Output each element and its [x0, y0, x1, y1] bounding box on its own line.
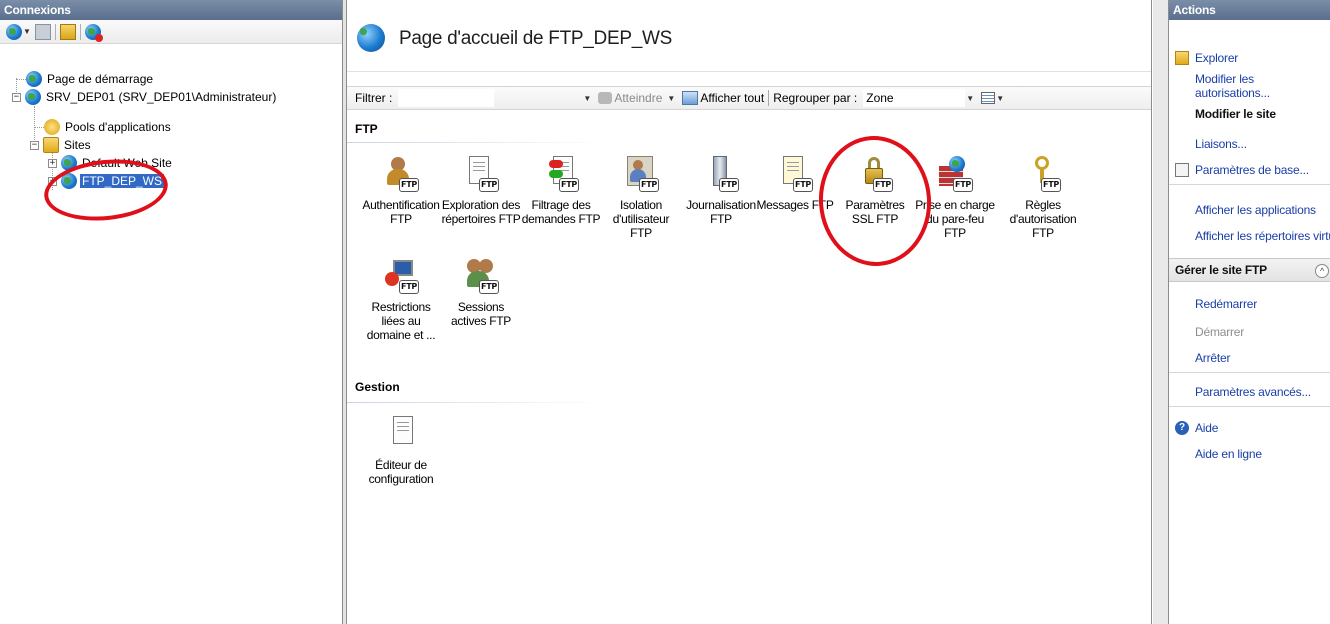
connections-title: Connexions: [0, 0, 342, 20]
tree-item-label: FTP_DEP_WS: [80, 174, 165, 188]
page-title: Page d'accueil de FTP_DEP_WS: [399, 28, 672, 49]
action-view-applications[interactable]: Afficher les applications: [1169, 200, 1330, 220]
help-icon: ?: [1175, 421, 1189, 435]
view-mode-dropdown-icon[interactable]: ▼: [995, 94, 1005, 103]
splitter[interactable]: [1153, 0, 1168, 624]
collapse-section-icon[interactable]: ^: [1315, 264, 1329, 278]
site-globe-icon: [357, 24, 385, 52]
action-explore[interactable]: Explorer: [1169, 48, 1330, 68]
refresh-folder-icon[interactable]: [59, 23, 76, 40]
server-icon: [25, 89, 41, 105]
connections-pane: Connexions ▼ Page de démarrage − SRV_DEP…: [0, 0, 343, 624]
features-view-pane: Page d'accueil de FTP_DEP_WS Filtrer : ▼…: [346, 0, 1152, 624]
feature-ftp-firewall-support[interactable]: FTP Prise en charge du pare-feu FTP: [915, 156, 995, 240]
show-all-button[interactable]: Afficher tout: [682, 91, 764, 105]
connect-dropdown-icon[interactable]: ▼: [23, 27, 31, 36]
go-button[interactable]: Atteindre: [598, 91, 662, 105]
key-icon: FTP: [1025, 156, 1061, 192]
log-icon: FTP: [703, 156, 739, 192]
feature-ftp-ssl-settings[interactable]: FTP Paramètres SSL FTP: [835, 156, 915, 226]
messages-icon: FTP: [777, 156, 813, 192]
section-edit-site: Modifier le site: [1195, 107, 1276, 121]
collapse-icon[interactable]: −: [30, 140, 39, 150]
save-icon[interactable]: [34, 23, 51, 40]
action-advanced-settings[interactable]: Paramètres avancés...: [1169, 382, 1330, 402]
settings-doc-icon: [1175, 163, 1189, 177]
connections-toolbar: ▼: [0, 20, 342, 44]
tree-item-label: Default Web Site: [82, 156, 172, 170]
tree-item-ftp-site[interactable]: + FTP_DEP_WS: [48, 172, 165, 190]
ip-restriction-icon: FTP: [383, 258, 419, 294]
tree-item-app-pools[interactable]: Pools d'applications: [44, 118, 173, 136]
binoculars-icon: [598, 92, 613, 104]
folder-icon: [1175, 51, 1189, 65]
website-icon: [61, 155, 77, 171]
filter-input[interactable]: [398, 89, 495, 107]
tree-item-server[interactable]: − SRV_DEP01 (SRV_DEP01\Administrateur): [12, 88, 278, 106]
action-restart[interactable]: Redémarrer: [1169, 294, 1330, 314]
filter-dropdown-icon[interactable]: ▼: [582, 94, 592, 103]
feature-ftp-authentication[interactable]: FTP Authentification FTP: [361, 156, 441, 226]
feature-ftp-request-filtering[interactable]: FTP Filtrage des demandes FTP: [521, 156, 601, 226]
expand-icon[interactable]: +: [48, 158, 57, 168]
tree-item-label: Pools d'applications: [65, 120, 171, 134]
feature-ftp-authorization-rules[interactable]: FTP Règles d'autorisation FTP: [1003, 156, 1083, 240]
firewall-icon: FTP: [937, 156, 973, 192]
user-isolation-icon: FTP: [623, 156, 659, 192]
actions-title: Actions: [1169, 0, 1330, 20]
users-icon: FTP: [383, 156, 419, 192]
go-dropdown-icon[interactable]: ▼: [666, 94, 676, 103]
sessions-icon: FTP: [463, 258, 499, 294]
action-bindings[interactable]: Liaisons...: [1169, 134, 1330, 154]
view-mode-icon[interactable]: [981, 92, 996, 104]
tree-item-sites[interactable]: − Sites: [30, 136, 93, 154]
actions-pane: Actions Explorer Modifier les autorisati…: [1168, 0, 1330, 624]
browse-icon: FTP: [463, 156, 499, 192]
config-editor-icon: [383, 416, 419, 452]
filter-icon: FTP: [543, 156, 579, 192]
group-by-select[interactable]: Zone: [863, 89, 966, 107]
filter-bar: Filtrer : ▼ Atteindre ▼ Afficher tout Re…: [347, 86, 1151, 110]
section-title-management: Gestion: [355, 380, 400, 394]
website-icon: [61, 173, 77, 189]
section-manage-ftp-site: Gérer le site FTP ^: [1169, 260, 1330, 280]
section-title-ftp: FTP: [355, 122, 378, 136]
feature-ftp-ip-domain-restrictions[interactable]: FTP Restrictions liées au domaine et ...: [361, 258, 441, 342]
action-stop[interactable]: Arrêter: [1169, 348, 1330, 368]
action-view-virtual-directories[interactable]: Afficher les répertoires virtuels: [1169, 226, 1330, 246]
tree-item-default-web-site[interactable]: + Default Web Site: [48, 154, 174, 172]
lock-icon: FTP: [857, 156, 893, 192]
sites-folder-icon: [43, 137, 59, 153]
feature-configuration-editor[interactable]: Éditeur de configuration: [361, 416, 441, 486]
action-online-help[interactable]: Aide en ligne: [1169, 444, 1330, 464]
expand-icon[interactable]: +: [48, 176, 57, 186]
feature-ftp-user-isolation[interactable]: FTP Isolation d'utilisateur FTP: [601, 156, 681, 240]
action-basic-settings[interactable]: Paramètres de base...: [1169, 160, 1330, 180]
tree-item-start-page[interactable]: Page de démarrage: [26, 70, 155, 88]
group-by-dropdown-icon[interactable]: ▼: [965, 94, 975, 103]
feature-ftp-current-sessions[interactable]: FTP Sessions actives FTP: [441, 258, 521, 328]
connect-icon[interactable]: [6, 23, 22, 40]
tree-item-label: Sites: [64, 138, 91, 152]
start-page-icon: [26, 71, 42, 87]
tree-item-label: Page de démarrage: [47, 72, 154, 86]
tree-item-label: SRV_DEP01 (SRV_DEP01\Administrateur): [46, 90, 277, 104]
collapse-icon[interactable]: −: [12, 92, 21, 102]
action-help[interactable]: ? Aide: [1169, 418, 1330, 438]
action-start[interactable]: Démarrer: [1169, 322, 1330, 342]
disconnect-icon[interactable]: [84, 23, 103, 42]
feature-ftp-directory-browsing[interactable]: FTP Exploration des répertoires FTP: [441, 156, 521, 226]
filter-label: Filtrer :: [355, 91, 393, 105]
feature-ftp-messages[interactable]: FTP Messages FTP: [755, 156, 835, 212]
feature-ftp-logging[interactable]: FTP Journalisation FTP: [681, 156, 761, 226]
group-by-label: Regrouper par :: [773, 91, 858, 105]
action-edit-permissions[interactable]: Modifier les autorisations...: [1169, 72, 1330, 100]
app-pools-icon: [44, 119, 60, 135]
show-all-icon: [682, 91, 699, 105]
